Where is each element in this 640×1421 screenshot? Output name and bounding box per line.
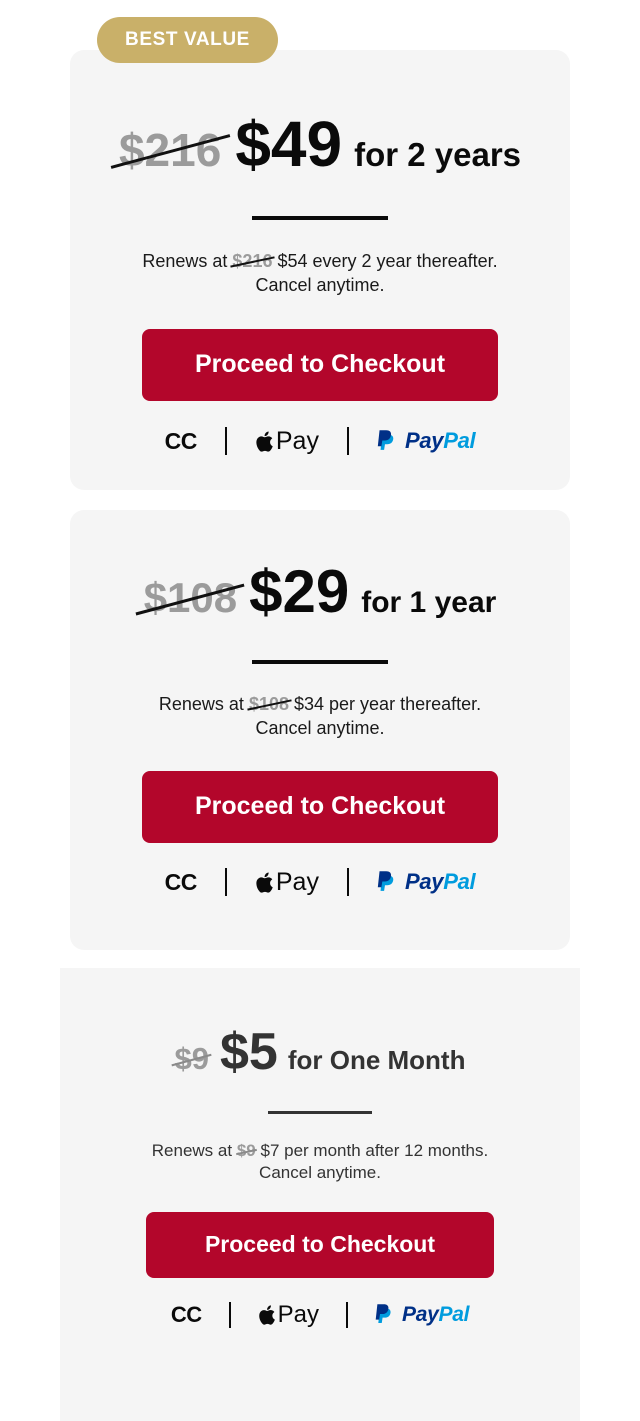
paypal-label: PayPal: [402, 1303, 469, 1327]
separator-divider: [224, 868, 227, 896]
payment-methods-row: CC Pay PayPal: [165, 868, 476, 897]
pricing-page: BEST VALUE $216 $49 for 2 years Renews a…: [0, 0, 640, 1421]
apple-pay-label: Pay: [275, 426, 319, 455]
paypal-label-pal: Pal: [443, 869, 476, 894]
paypal-label-pay: Pay: [402, 1302, 439, 1326]
separator-divider: [346, 868, 349, 896]
current-price: $5: [220, 1023, 278, 1081]
renewal-rest: $7 per month after 12 months.: [260, 1141, 489, 1160]
price-row: $108 $29 for 1 year: [70, 562, 570, 622]
renewal-rest: $34 per year thereafter.: [294, 694, 482, 714]
cancel-note: Cancel anytime.: [255, 717, 385, 738]
price-term: for One Month: [287, 1045, 466, 1075]
original-price: $216: [118, 124, 222, 176]
price-term: for 1 year: [361, 586, 497, 619]
paypal-option[interactable]: PayPal: [375, 1302, 469, 1327]
renewal-prefix: Renews at: [142, 251, 228, 271]
separator-divider: [228, 1301, 231, 1328]
best-value-badge: BEST VALUE: [97, 17, 278, 63]
credit-card-icon[interactable]: CC: [165, 428, 198, 455]
renewal-prefix: Renews at: [151, 1141, 233, 1160]
apple-logo-icon: [256, 871, 273, 893]
payment-methods-row: CC Pay PayPal: [171, 1301, 469, 1329]
renewal-note: Renews at $108 $34 per year thereafter. …: [159, 693, 481, 741]
paypal-label-pal: Pal: [438, 1302, 470, 1326]
apple-logo-icon: [256, 430, 273, 452]
renewal-original-price: $108: [248, 694, 289, 714]
paypal-label-pay: Pay: [404, 869, 444, 894]
renewal-original-price: $216: [232, 251, 273, 271]
renewal-prefix: Renews at: [158, 694, 244, 714]
current-price: $29: [249, 558, 350, 625]
credit-card-icon[interactable]: CC: [165, 869, 198, 896]
price-row: $216 $49 for 2 years: [70, 112, 570, 176]
paypal-label: PayPal: [404, 869, 476, 895]
price-term: for 2 years: [354, 136, 522, 173]
proceed-to-checkout-button[interactable]: Proceed to Checkout: [146, 1211, 494, 1278]
cancel-note: Cancel anytime.: [255, 274, 385, 295]
apple-pay-label: Pay: [277, 1300, 320, 1328]
paypal-monogram-icon: [375, 1304, 391, 1324]
paypal-label-pal: Pal: [443, 428, 476, 453]
original-price: $108: [143, 574, 238, 621]
apple-pay-label: Pay: [275, 867, 319, 896]
proceed-to-checkout-button[interactable]: Proceed to Checkout: [142, 328, 498, 401]
paypal-label-pay: Pay: [404, 428, 444, 453]
renewal-original-price: $9: [236, 1141, 256, 1160]
section-divider: [268, 1111, 372, 1114]
apple-pay-option[interactable]: Pay: [258, 1301, 319, 1329]
separator-divider: [224, 427, 227, 455]
cancel-note: Cancel anytime.: [259, 1163, 381, 1183]
proceed-to-checkout-button[interactable]: Proceed to Checkout: [142, 770, 498, 843]
paypal-label: PayPal: [404, 428, 476, 454]
plan-card-one-month[interactable]: $9 $5 for One Month Renews at $9 $7 per …: [60, 968, 580, 1421]
original-price: $9: [174, 1041, 209, 1076]
credit-card-icon[interactable]: CC: [171, 1302, 202, 1328]
separator-divider: [346, 427, 349, 455]
apple-logo-icon: [258, 1305, 275, 1325]
plan-card-one-year[interactable]: $108 $29 for 1 year Renews at $108 $34 p…: [70, 510, 570, 950]
paypal-option[interactable]: PayPal: [377, 428, 476, 454]
price-row: $9 $5 for One Month: [60, 1026, 580, 1078]
apple-pay-option[interactable]: Pay: [255, 427, 319, 456]
section-divider: [252, 660, 388, 664]
paypal-monogram-icon: [377, 430, 394, 450]
paypal-monogram-icon: [377, 871, 394, 891]
best-value-badge-label: BEST VALUE: [125, 29, 250, 50]
renewal-note: Renews at $216 $54 every 2 year thereaft…: [142, 250, 497, 298]
renewal-note: Renews at $9 $7 per month after 12 month…: [152, 1140, 488, 1185]
payment-methods-row: CC Pay PayPal: [165, 427, 476, 456]
paypal-option[interactable]: PayPal: [377, 869, 476, 895]
plan-card-two-year[interactable]: $216 $49 for 2 years Renews at $216 $54 …: [70, 50, 570, 490]
section-divider: [252, 216, 388, 220]
renewal-rest: $54 every 2 year thereafter.: [277, 251, 498, 271]
separator-divider: [346, 1301, 349, 1328]
current-price: $49: [235, 108, 343, 180]
apple-pay-option[interactable]: Pay: [255, 868, 319, 897]
